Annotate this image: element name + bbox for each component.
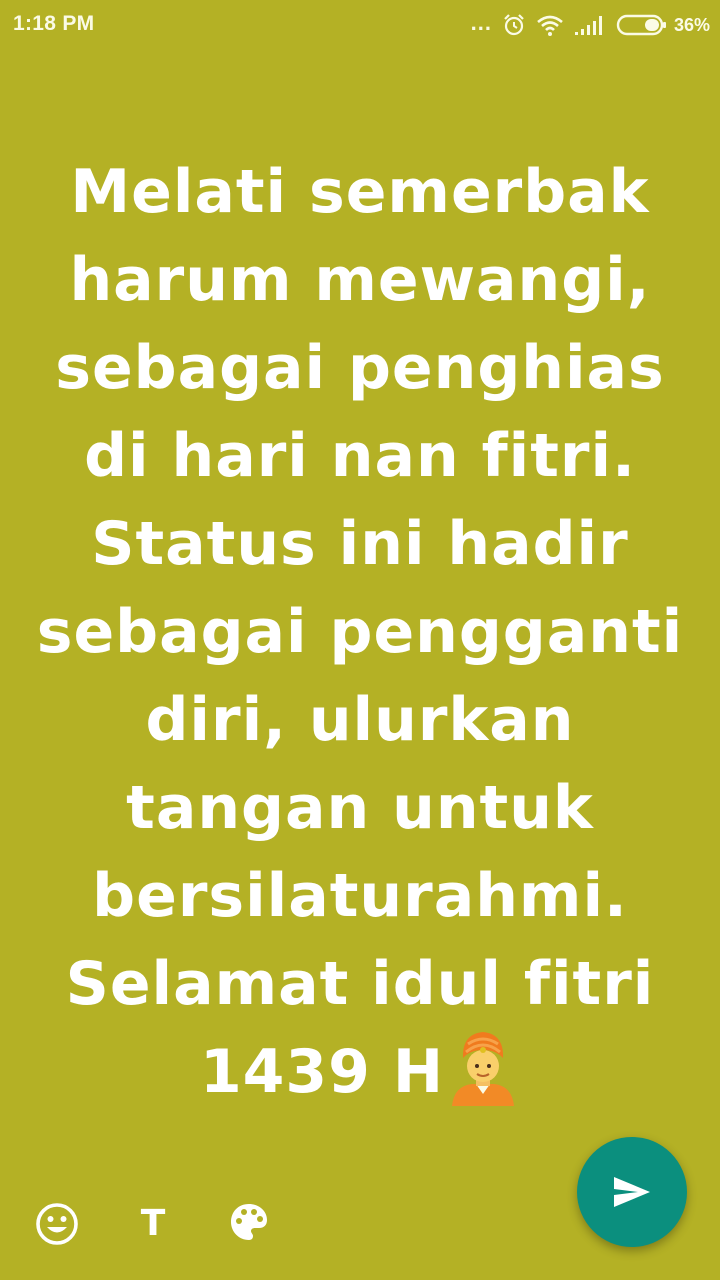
person-with-turban-emoji [452, 1032, 515, 1106]
emoji-button[interactable] [34, 1201, 80, 1247]
background-color-button[interactable] [228, 1201, 270, 1243]
send-icon [614, 1177, 650, 1207]
battery-icon [616, 14, 666, 36]
status-text-editor[interactable]: Melati semerbak harum mewangi, sebagai p… [20, 148, 700, 1116]
status-time: 1:18 PM [13, 12, 95, 35]
status-bar-icons: ... 36% [461, 9, 710, 41]
status-bar: 1:18 PM ... 36% [0, 0, 720, 52]
wifi-icon [537, 15, 563, 36]
battery-percent: 36% [673, 14, 710, 35]
signal-icon [574, 16, 602, 35]
text-style-button[interactable]: T [136, 1200, 170, 1246]
status-composer-screen: 1:18 PM ... 36% Melati semerbak harum me… [0, 0, 720, 1280]
status-text: Melati semerbak harum mewangi, sebagai p… [36, 157, 684, 1107]
send-button[interactable] [577, 1137, 687, 1247]
text-icon: T [140, 1202, 166, 1244]
more-notifications-indicator: ... [470, 10, 492, 35]
smiley-icon [36, 1203, 78, 1245]
alarm-icon [504, 14, 524, 36]
palette-icon [231, 1204, 267, 1240]
